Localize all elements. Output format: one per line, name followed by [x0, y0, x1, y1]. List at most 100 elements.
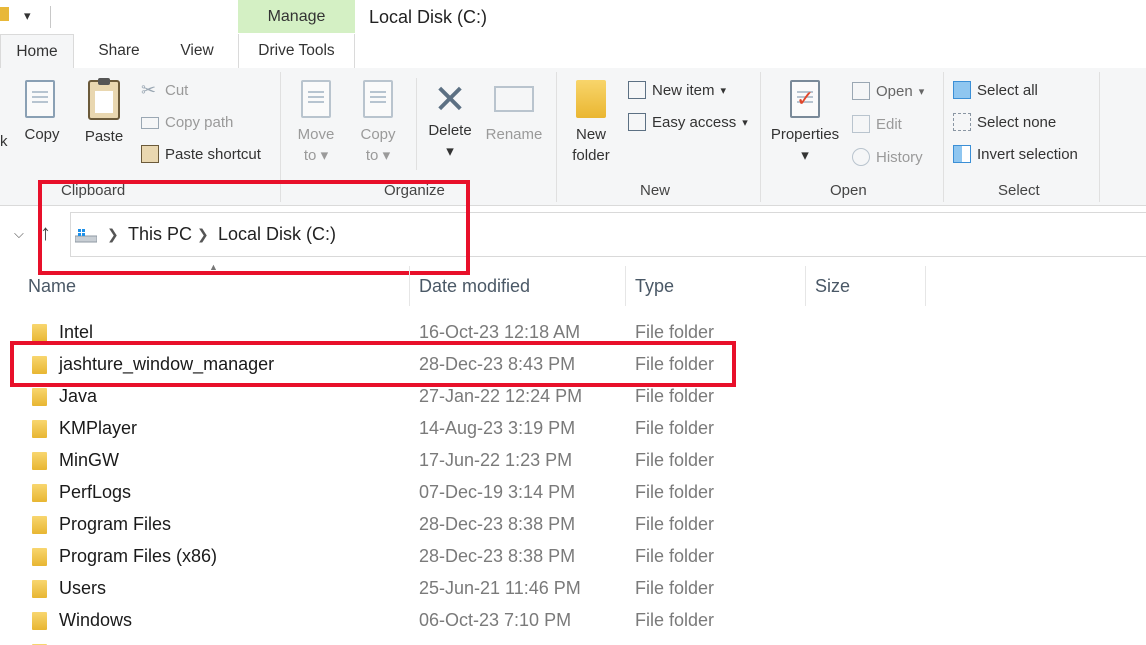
- column-divider[interactable]: [625, 266, 626, 306]
- file-row[interactable]: Program Files 28-Dec-23 8:38 PM File fol…: [0, 509, 1146, 541]
- easy-access-icon: [628, 113, 646, 131]
- column-divider[interactable]: [409, 266, 410, 306]
- ribbon-separator: [943, 72, 944, 202]
- column-header-type[interactable]: Type: [635, 276, 674, 297]
- ribbon-separator: [416, 78, 417, 170]
- select-none-button[interactable]: Select none: [953, 111, 1056, 133]
- open-icon: [852, 82, 870, 100]
- tab-view[interactable]: View: [162, 34, 232, 67]
- folder-icon: [32, 420, 47, 438]
- delete-x-icon: ✕: [433, 78, 467, 122]
- title-separator: [50, 6, 51, 28]
- move-to-icon: [301, 80, 331, 118]
- file-row[interactable]: MinGW 17-Jun-22 1:23 PM File folder: [0, 445, 1146, 477]
- file-date: 16-Oct-23 12:18 AM: [419, 322, 581, 342]
- file-row-partial[interactable]: [0, 637, 1146, 645]
- copy-path-button[interactable]: Copy path: [141, 111, 233, 133]
- copy-icon: [25, 80, 55, 118]
- new-folder-button[interactable]: New folder: [566, 80, 616, 166]
- easy-access-button[interactable]: Easy access ▾: [628, 111, 748, 133]
- copy-to-icon: [363, 80, 393, 118]
- file-date: 07-Dec-19 3:14 PM: [419, 482, 576, 502]
- copy-button[interactable]: Copy: [20, 80, 64, 145]
- folder-icon: [32, 580, 47, 598]
- quick-access-folder-icon[interactable]: [0, 7, 9, 21]
- column-header-name[interactable]: Name: [28, 276, 76, 297]
- quick-access-dropdown-icon[interactable]: ▾: [24, 8, 31, 24]
- file-row[interactable]: KMPlayer 14-Aug-23 3:19 PM File folder: [0, 413, 1146, 445]
- tab-share[interactable]: Share: [84, 34, 154, 67]
- new-folder-icon: [576, 80, 606, 118]
- folder-icon: [32, 612, 47, 630]
- file-row[interactable]: Windows 06-Oct-23 7:10 PM File folder: [0, 605, 1146, 637]
- move-to-button[interactable]: Move to ▾: [292, 80, 340, 166]
- new-folder-label-2: folder: [572, 147, 610, 164]
- copy-to-button[interactable]: Copy to ▾: [354, 80, 402, 166]
- ribbon-separator: [1099, 72, 1100, 202]
- file-type: File folder: [635, 322, 715, 342]
- column-header-size[interactable]: Size: [815, 276, 850, 297]
- file-date: 25-Jun-21 11:46 PM: [419, 578, 581, 598]
- properties-button[interactable]: ✓ Properties ▾: [768, 80, 842, 166]
- file-name: Intel: [59, 322, 94, 342]
- file-type: File folder: [635, 610, 715, 630]
- properties-caret-icon: ▾: [801, 147, 809, 164]
- file-type: File folder: [635, 514, 715, 534]
- folder-icon: [32, 548, 47, 566]
- new-item-icon: [628, 81, 646, 99]
- rename-button[interactable]: Rename: [484, 80, 544, 145]
- paste-shortcut-label: Paste shortcut: [165, 145, 261, 163]
- easy-access-caret-icon: ▾: [742, 116, 748, 129]
- file-row[interactable]: PerfLogs 07-Dec-19 3:14 PM File folder: [0, 477, 1146, 509]
- edit-button[interactable]: Edit: [852, 113, 902, 135]
- invert-selection-button[interactable]: Invert selection: [953, 143, 1078, 165]
- open-group-label: Open: [830, 182, 867, 199]
- file-date: 27-Jan-22 12:24 PM: [419, 386, 583, 406]
- folder-icon: [32, 516, 47, 534]
- new-item-label: New item: [652, 81, 715, 99]
- folder-icon: [32, 452, 47, 470]
- copy-path-icon: [141, 117, 159, 129]
- new-item-caret-icon: ▾: [720, 84, 727, 97]
- invert-selection-icon: [953, 145, 971, 163]
- file-type: File folder: [635, 546, 715, 566]
- column-divider[interactable]: [925, 266, 926, 306]
- copy-to-label-2: to: [365, 147, 379, 164]
- move-to-label-2: to: [303, 147, 317, 164]
- file-date: 06-Oct-23 7:10 PM: [419, 610, 572, 630]
- file-type: File folder: [635, 482, 715, 502]
- open-button[interactable]: Open ▾: [852, 80, 924, 102]
- file-name: Java: [59, 386, 98, 406]
- move-to-label: Move: [297, 126, 335, 143]
- copy-label: Copy: [24, 126, 60, 143]
- paste-shortcut-button[interactable]: Paste shortcut: [141, 143, 261, 165]
- paste-icon: [88, 78, 120, 120]
- tab-drive-tools[interactable]: Drive Tools: [238, 34, 355, 67]
- cut-label: Cut: [165, 81, 189, 99]
- cut-button[interactable]: ✂ Cut: [141, 79, 188, 101]
- highlight-box-folder: [10, 341, 736, 387]
- file-row[interactable]: Users 25-Jun-21 11:46 PM File folder: [0, 573, 1146, 605]
- ribbon-separator: [556, 72, 557, 202]
- delete-button[interactable]: ✕ Delete ▾: [424, 80, 476, 162]
- new-item-button[interactable]: New item ▾: [628, 79, 726, 101]
- history-button[interactable]: History: [852, 146, 923, 168]
- file-type: File folder: [635, 450, 715, 470]
- folder-icon: [32, 388, 47, 406]
- column-divider[interactable]: [805, 266, 806, 306]
- paste-shortcut-icon: [141, 145, 159, 163]
- properties-checkmark-icon: ✓: [790, 80, 820, 118]
- paste-button[interactable]: Paste: [83, 78, 125, 147]
- file-name: Users: [59, 578, 107, 598]
- column-header-date-modified[interactable]: Date modified: [419, 276, 530, 297]
- tab-home[interactable]: Home: [0, 34, 74, 68]
- new-folder-label: New: [575, 126, 606, 143]
- file-name: MinGW: [59, 450, 119, 470]
- file-row[interactable]: Program Files (x86) 28-Dec-23 8:38 PM Fi…: [0, 541, 1146, 573]
- select-all-button[interactable]: Select all: [953, 79, 1038, 101]
- tab-manage[interactable]: Manage: [238, 0, 355, 33]
- folder-icon: [32, 324, 47, 342]
- recent-locations-chevron-icon[interactable]: ⌵: [14, 226, 24, 242]
- new-group-label: New: [640, 182, 671, 199]
- title-bar: [0, 0, 1146, 34]
